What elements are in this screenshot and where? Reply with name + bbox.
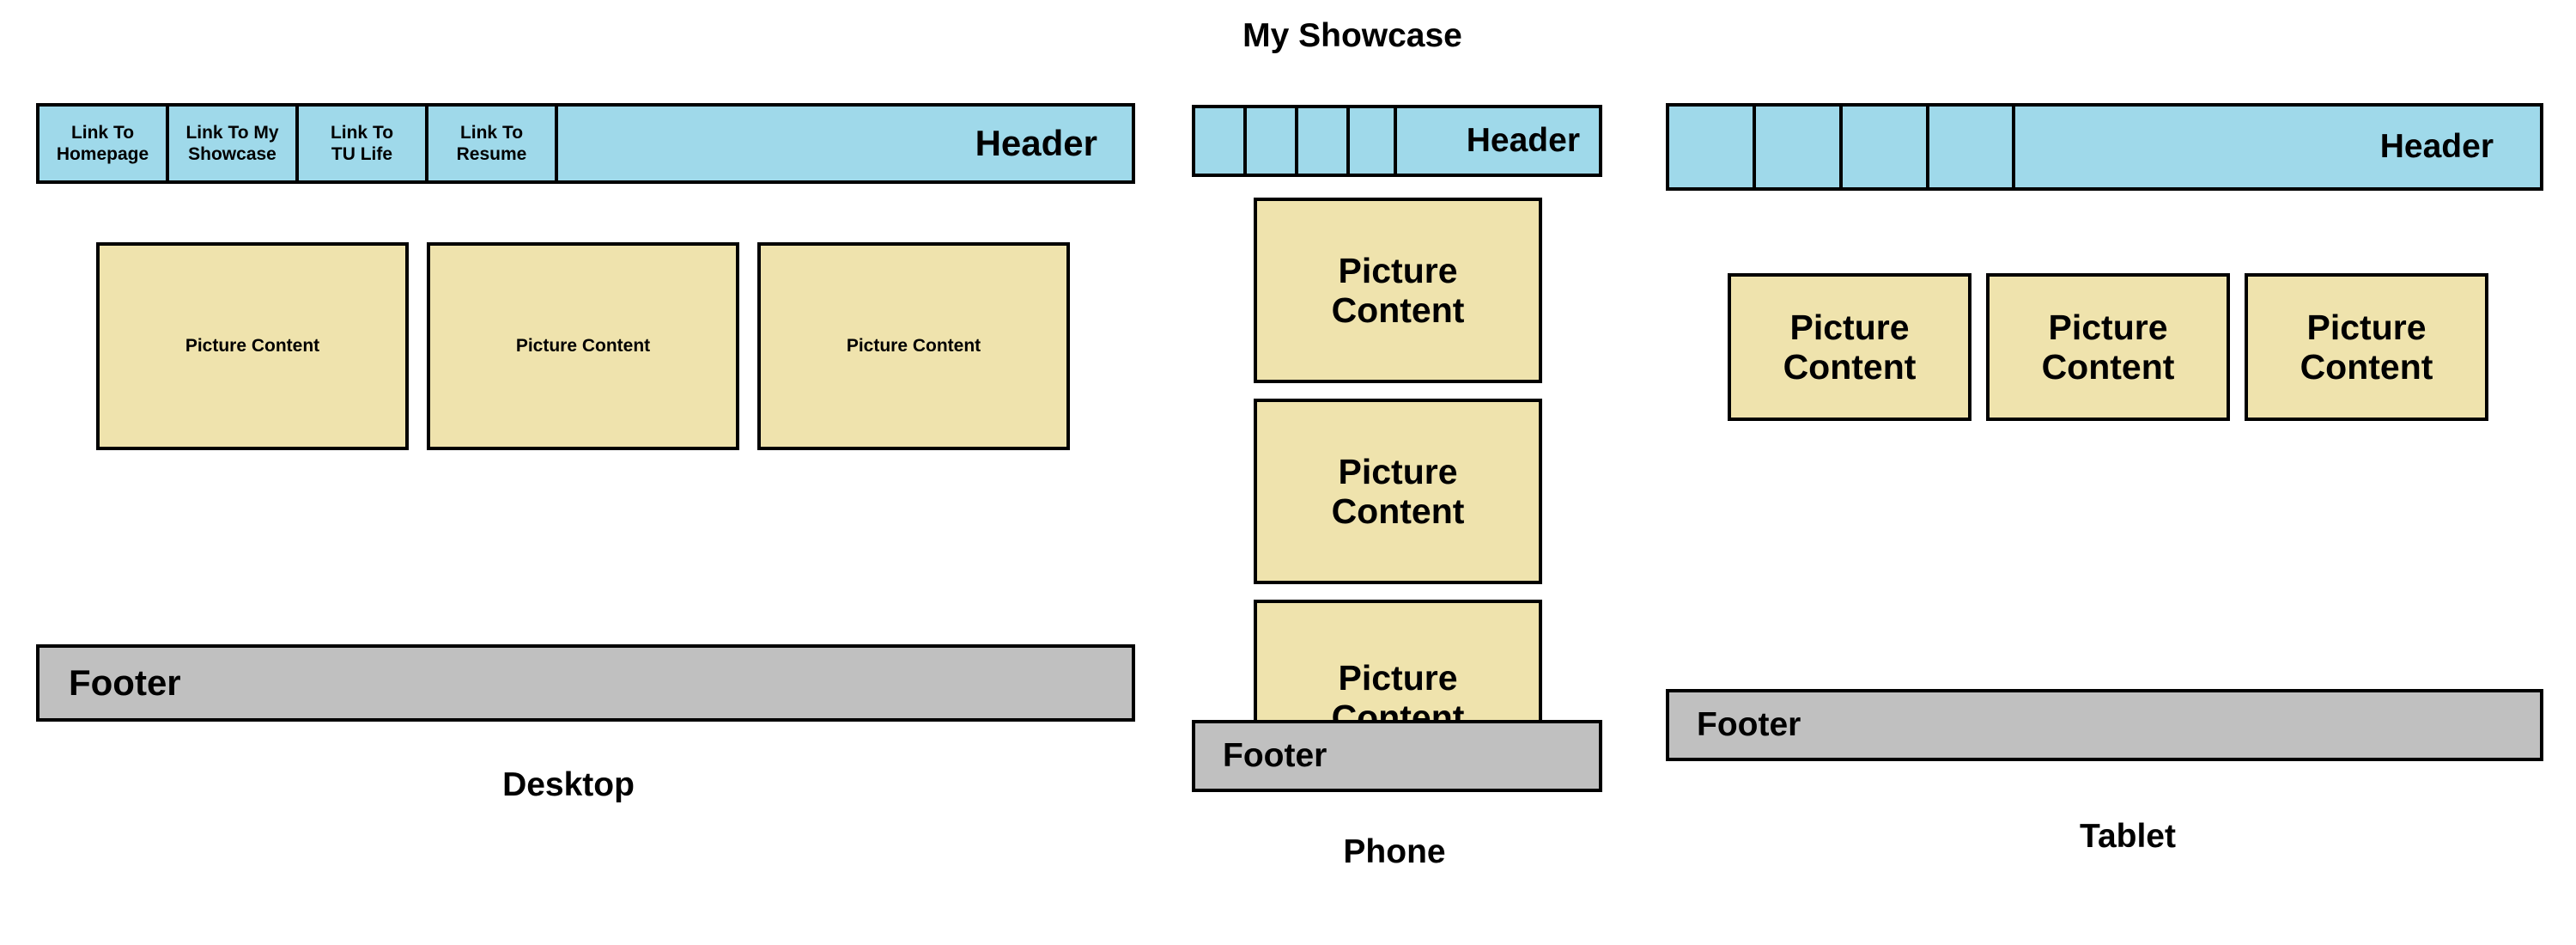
phone-nav-link-2[interactable] bbox=[1247, 108, 1298, 174]
phone-picture-2: Picture Content bbox=[1254, 399, 1542, 584]
desktop-nav-link-resume[interactable]: Link To Resume bbox=[428, 107, 558, 180]
desktop-picture-3: Picture Content bbox=[757, 242, 1070, 450]
desktop-header: Link To Homepage Link To My Showcase Lin… bbox=[36, 103, 1135, 184]
tablet-picture-2: Picture Content bbox=[1986, 273, 2230, 421]
desktop-header-label: Header bbox=[975, 123, 1097, 163]
desktop-picture-1: Picture Content bbox=[96, 242, 409, 450]
desktop-nav-link-homepage[interactable]: Link To Homepage bbox=[39, 107, 169, 180]
page-title: My Showcase bbox=[1242, 17, 1462, 54]
phone-caption: Phone bbox=[1343, 833, 1446, 870]
phone-nav-link-4[interactable] bbox=[1350, 108, 1397, 174]
tablet-picture-3: Picture Content bbox=[2245, 273, 2488, 421]
phone-header: Header bbox=[1192, 105, 1602, 177]
tablet-nav-link-3[interactable] bbox=[1843, 107, 1929, 187]
phone-nav-link-3[interactable] bbox=[1298, 108, 1350, 174]
tablet-nav-link-4[interactable] bbox=[1929, 107, 2015, 187]
phone-picture-3: Picture Content bbox=[1254, 600, 1542, 737]
desktop-nav-link-showcase[interactable]: Link To My Showcase bbox=[169, 107, 299, 180]
phone-picture-1: Picture Content bbox=[1254, 198, 1542, 383]
tablet-footer: Footer bbox=[1666, 689, 2543, 761]
tablet-nav-link-1[interactable] bbox=[1669, 107, 1756, 187]
phone-footer: Footer bbox=[1192, 720, 1602, 792]
tablet-header: Header bbox=[1666, 103, 2543, 191]
desktop-caption: Desktop bbox=[502, 766, 635, 803]
desktop-picture-2: Picture Content bbox=[427, 242, 739, 450]
tablet-caption: Tablet bbox=[2080, 818, 2176, 855]
tablet-header-label: Header bbox=[2379, 128, 2494, 165]
phone-nav-link-1[interactable] bbox=[1195, 108, 1247, 174]
phone-header-label: Header bbox=[1466, 122, 1580, 159]
tablet-picture-1: Picture Content bbox=[1728, 273, 1971, 421]
desktop-footer: Footer bbox=[36, 644, 1135, 722]
desktop-nav-link-tu-life[interactable]: Link To TU Life bbox=[299, 107, 428, 180]
tablet-nav-link-2[interactable] bbox=[1756, 107, 1843, 187]
